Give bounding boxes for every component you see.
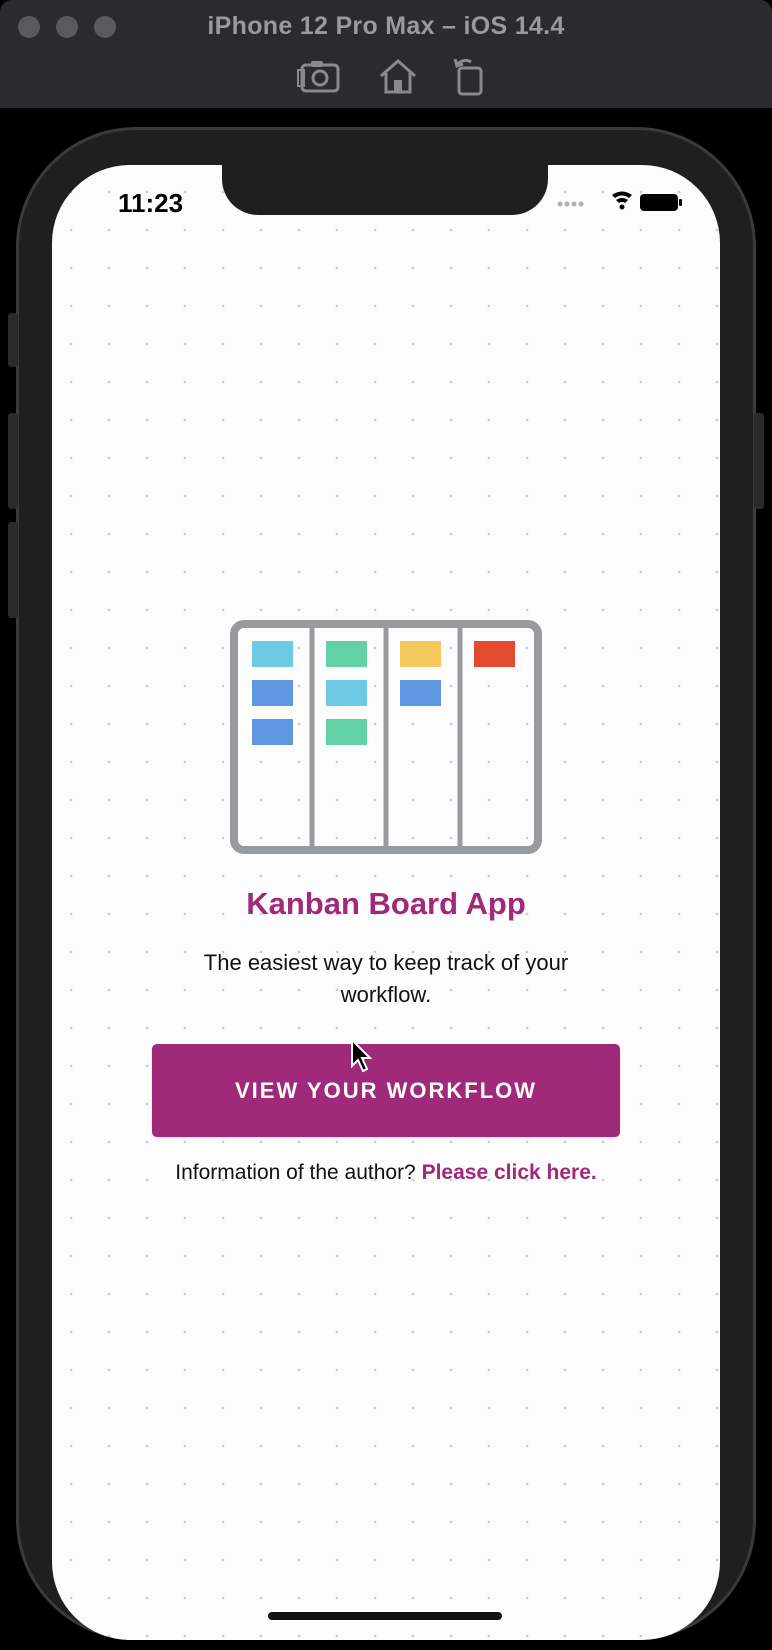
tagline: The easiest way to keep track of your wo… (203, 950, 569, 1007)
kanban-card (326, 680, 367, 706)
rotate-icon[interactable] (447, 56, 493, 96)
simulator-toolbar (0, 56, 772, 96)
kanban-card (400, 680, 441, 706)
kanban-card (474, 641, 515, 667)
kanban-card (252, 680, 293, 706)
screenshot-icon[interactable] (297, 56, 343, 96)
kanban-board-illustration (230, 620, 542, 854)
home-indicator (268, 1612, 502, 1620)
kanban-card (252, 719, 293, 745)
author-link[interactable]: Please click here. (422, 1161, 597, 1184)
kanban-card (326, 641, 367, 667)
volume-down-button (8, 522, 18, 618)
author-prompt: Information of the author? (175, 1161, 416, 1184)
kanban-card (326, 719, 367, 745)
notch (222, 165, 548, 215)
kanban-card (252, 641, 293, 667)
window-title: iPhone 12 Pro Max – iOS 14.4 (207, 12, 565, 40)
volume-up-button (8, 413, 18, 509)
status-time: 11:23 (118, 188, 184, 218)
battery-icon (640, 194, 682, 211)
author-info: Information of the author? Please click … (0, 1161, 772, 1185)
status-icons (556, 189, 686, 215)
simulator-title-bar: iPhone 12 Pro Max – iOS 14.4 (0, 0, 772, 108)
signal-dots-icon (557, 201, 584, 207)
view-workflow-button[interactable]: VIEW YOUR WORKFLOW (152, 1044, 620, 1137)
mute-switch (8, 313, 18, 367)
wifi-icon (612, 191, 632, 210)
mouse-cursor-icon (351, 1038, 373, 1073)
kanban-card (400, 641, 441, 667)
power-button (754, 413, 764, 509)
page-title: Kanban Board App (246, 886, 526, 921)
home-icon[interactable] (375, 56, 421, 96)
